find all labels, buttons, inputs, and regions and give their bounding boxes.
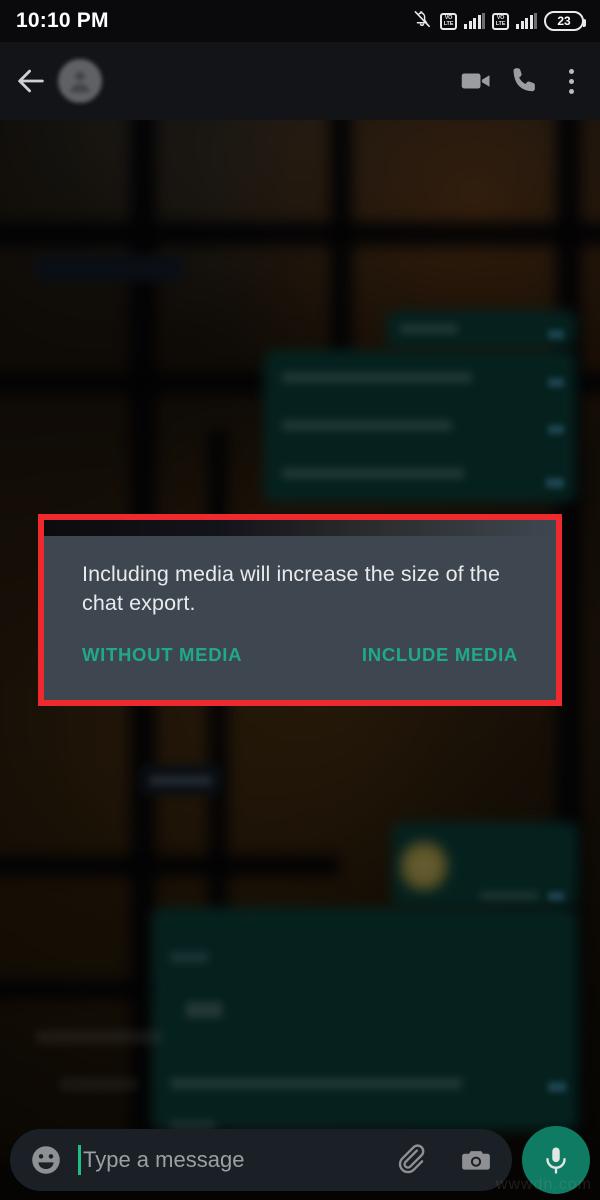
text-caret: [78, 1145, 81, 1175]
status-bar-clock: 10:10 PM: [16, 9, 109, 32]
avatar[interactable]: [58, 59, 102, 103]
attachment-icon[interactable]: [396, 1142, 432, 1178]
contact-name[interactable]: [116, 70, 444, 93]
voice-call-icon[interactable]: [508, 63, 544, 99]
watermark-text: wwwdn.com: [495, 1176, 592, 1193]
battery-percent-label: 23: [557, 14, 571, 28]
message-input-pill[interactable]: Type a message: [10, 1129, 512, 1191]
signal-sim2-icon: [516, 13, 537, 29]
overflow-menu-icon[interactable]: [556, 63, 586, 99]
mic-icon: [546, 1147, 566, 1174]
video-call-icon[interactable]: [458, 63, 494, 99]
camera-icon[interactable]: [458, 1143, 494, 1177]
phone-screen: 10:10 PM VO LTE VO LTE 23 Including medi…: [0, 0, 600, 1200]
emoji-icon[interactable]: [28, 1142, 64, 1178]
dialog-actions: WITHOUT MEDIA INCLUDE MEDIA: [82, 644, 518, 666]
back-arrow-icon[interactable]: [14, 64, 48, 98]
status-bar-icons: VO LTE VO LTE 23: [411, 9, 586, 34]
include-media-button[interactable]: INCLUDE MEDIA: [362, 644, 518, 666]
dialog-highlight-box: Including media will increase the size o…: [38, 514, 562, 706]
status-bar: 10:10 PM VO LTE VO LTE 23: [0, 0, 600, 42]
without-media-button[interactable]: WITHOUT MEDIA: [82, 644, 242, 666]
chat-app-bar: [0, 42, 600, 120]
volte-sim1-icon: VO LTE: [440, 12, 457, 30]
message-text-field[interactable]: Type a message: [78, 1145, 388, 1175]
mute-icon: [411, 9, 433, 34]
export-chat-dialog: Including media will increase the size o…: [44, 520, 556, 700]
message-placeholder: Type a message: [83, 1147, 245, 1172]
signal-sim1-icon: [464, 13, 485, 29]
volte-sim2-icon: VO LTE: [492, 12, 509, 30]
battery-icon: 23: [544, 11, 586, 31]
dialog-message-text: Including media will increase the size o…: [82, 562, 500, 615]
